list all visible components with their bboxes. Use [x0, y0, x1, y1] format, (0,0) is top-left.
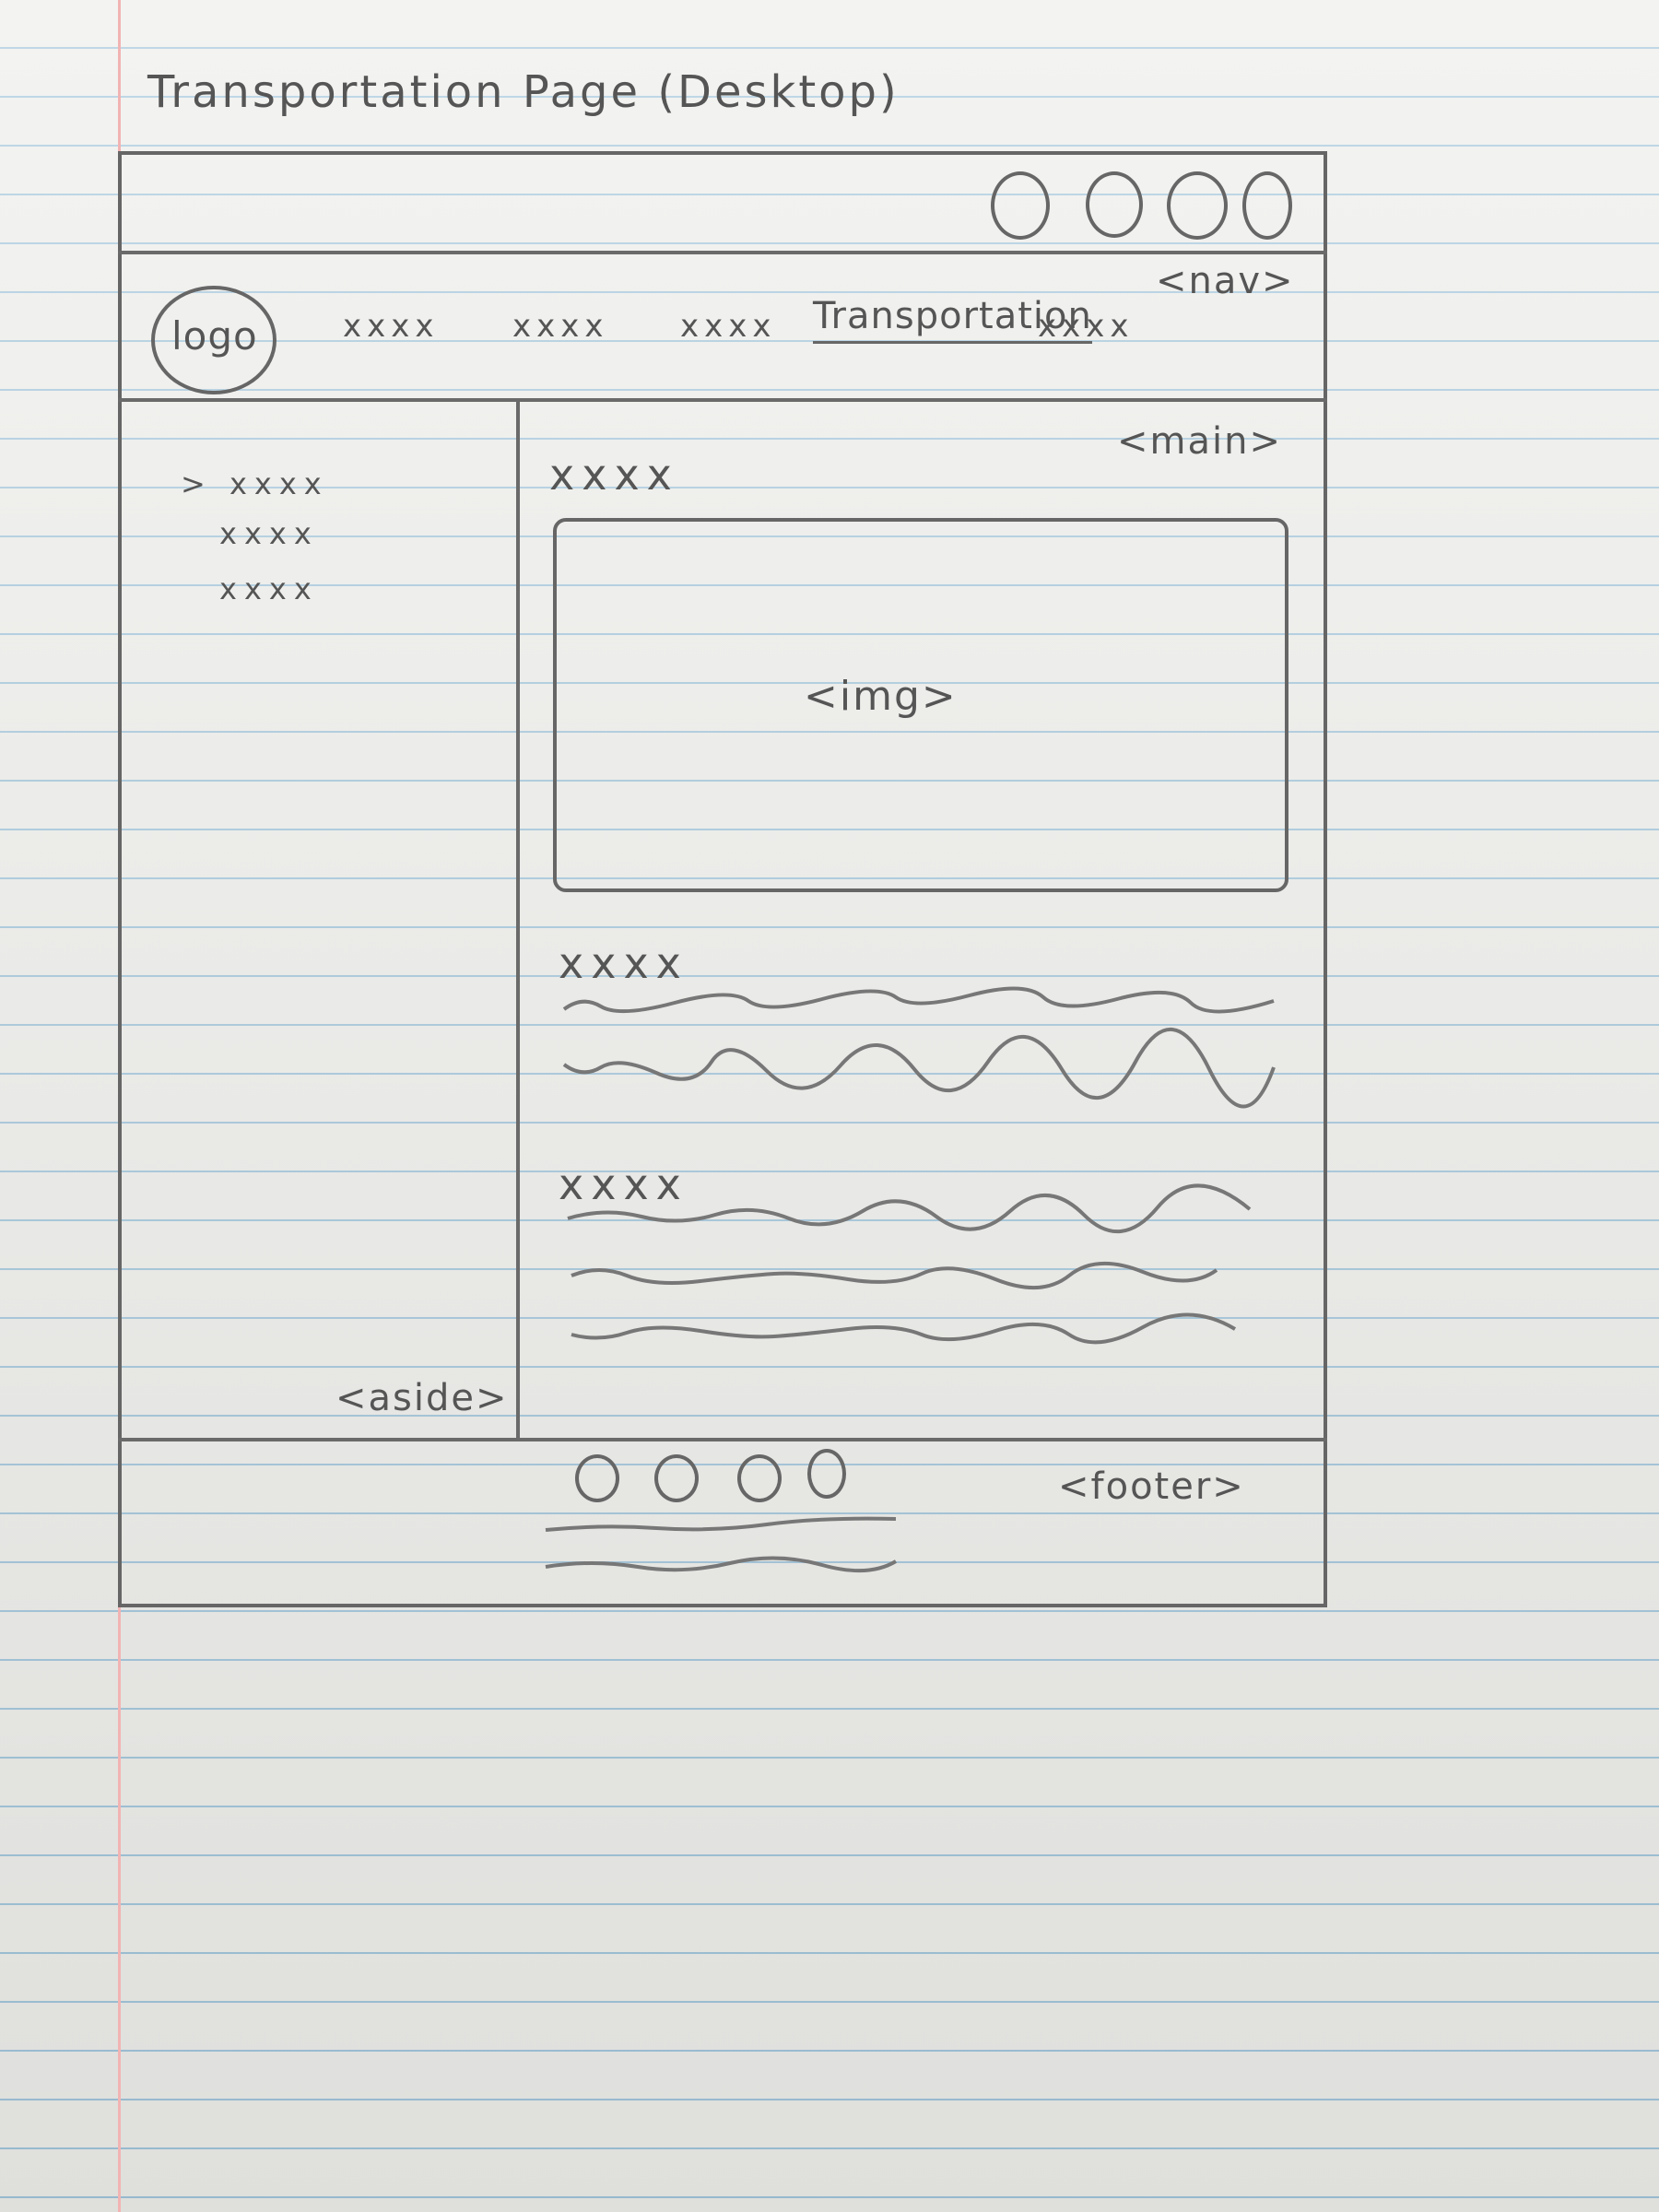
aside-tag: <aside>	[335, 1377, 509, 1419]
nav-tag: <nav>	[1156, 260, 1295, 302]
footer-tag: <footer>	[1058, 1465, 1245, 1508]
image-tag: <img>	[804, 673, 958, 720]
top-bar-circle-2[interactable]	[1086, 171, 1143, 238]
section-1-text-line-1	[562, 986, 1275, 1014]
sidebar-item-2[interactable]: xxxx	[219, 516, 319, 551]
section-2-text-line-3	[571, 1312, 1237, 1345]
footer-text-line-1	[545, 1516, 897, 1532]
sidebar-item-3[interactable]: xxxx	[219, 571, 319, 606]
section-1-text-line-2	[562, 1028, 1276, 1109]
footer-circle-1[interactable]	[575, 1454, 619, 1502]
footer-circle-3[interactable]	[737, 1454, 782, 1502]
footer-circle-2[interactable]	[654, 1454, 699, 1502]
top-bar-circle-1[interactable]	[991, 171, 1050, 240]
top-bar-divider	[118, 251, 1327, 254]
top-bar-circle-4[interactable]	[1242, 171, 1292, 240]
aside-main-divider	[516, 400, 520, 1441]
nav-item-3[interactable]: xxxx	[680, 308, 776, 345]
section-1-heading: xxxx	[559, 938, 688, 988]
footer-circle-4[interactable]	[807, 1449, 846, 1499]
main-title: xxxx	[549, 450, 679, 500]
footer-divider	[118, 1438, 1327, 1441]
nav-item-5[interactable]: xxxx	[1038, 308, 1134, 345]
main-tag: <main>	[1117, 420, 1282, 463]
top-bar-circle-3[interactable]	[1167, 171, 1228, 240]
nav-item-2[interactable]: xxxx	[512, 308, 608, 345]
page-title: Transportation Page (Desktop)	[147, 66, 900, 118]
section-2-text-line-1	[567, 1183, 1252, 1234]
footer-text-line-2	[545, 1556, 898, 1573]
nav-divider	[118, 398, 1327, 402]
nav-item-1[interactable]: xxxx	[343, 308, 439, 345]
logo-label: logo	[171, 313, 258, 359]
section-2-text-line-2	[571, 1262, 1218, 1289]
sidebar-item-1[interactable]: > xxxx	[181, 466, 329, 501]
